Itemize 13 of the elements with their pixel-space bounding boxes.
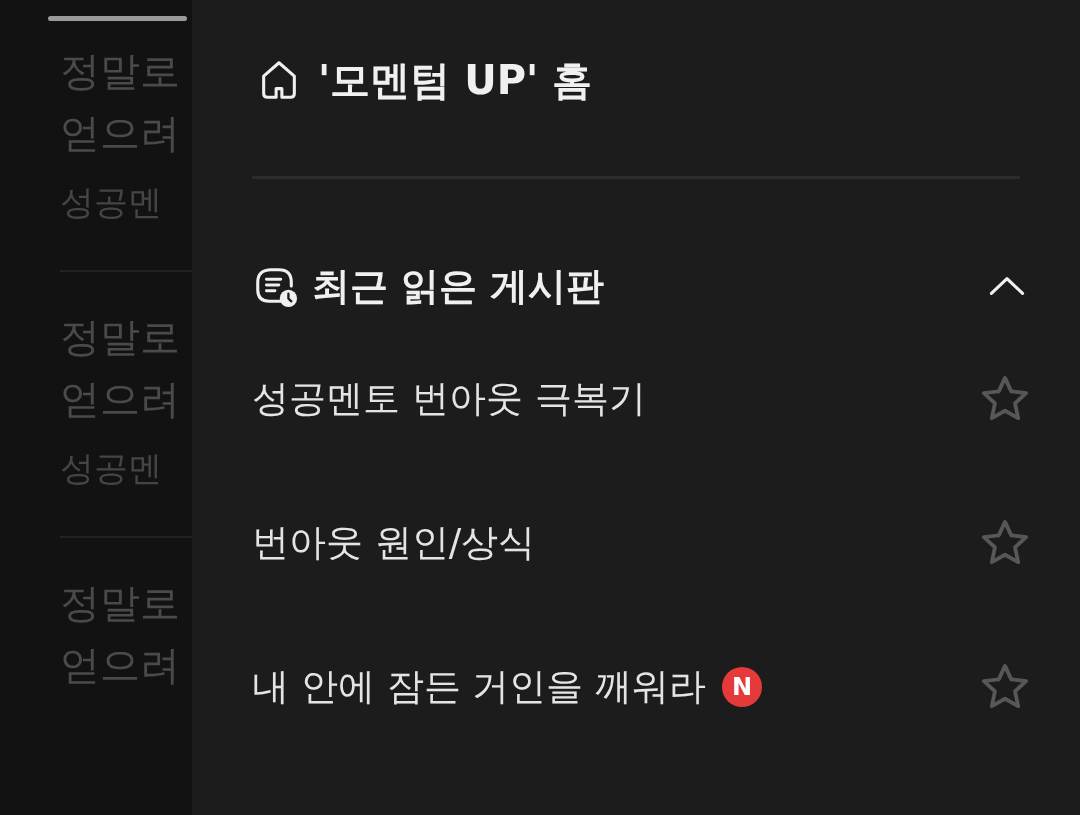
board-link[interactable]: 번아웃 원인/상식 [252, 518, 536, 568]
post-excerpt: 얻으려 [60, 109, 181, 158]
collapse-chevron-icon[interactable] [988, 275, 1026, 297]
board-link[interactable]: 내 안에 잠든 거인을 깨워라 [252, 662, 707, 712]
board-link[interactable]: 성공멘토 번아웃 극복기 [252, 374, 646, 424]
section-title: 최근 읽은 게시판 [312, 262, 606, 310]
post-excerpt: 얻으려 [60, 375, 181, 424]
home-link[interactable]: '모멘텀 UP' 홈 [256, 50, 593, 110]
favorite-star-icon[interactable] [980, 663, 1030, 711]
new-badge: N [722, 667, 763, 707]
post-excerpt: 얻으려 [60, 641, 181, 690]
favorite-star-icon[interactable] [980, 375, 1030, 423]
favorite-star-icon[interactable] [980, 519, 1030, 567]
